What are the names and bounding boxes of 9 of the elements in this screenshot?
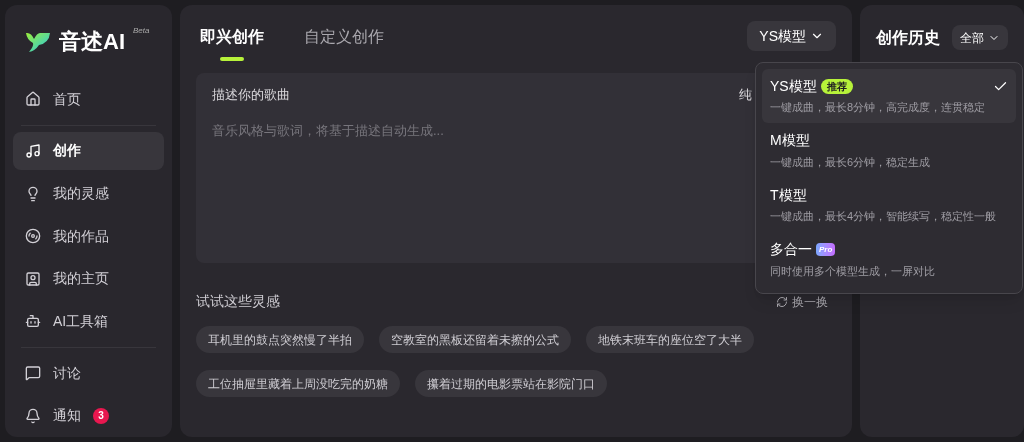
prompt-label: 描述你的歌曲: [212, 86, 290, 104]
pro-badge: Pro: [816, 243, 836, 256]
beta-label: Beta: [133, 25, 150, 37]
logo-text: 音述AI: [59, 28, 125, 56]
history-title: 创作历史: [876, 27, 940, 48]
section-title: 试试这些灵感: [196, 292, 280, 311]
recommended-badge: 推荐: [820, 78, 853, 94]
toggle-label: 纯: [739, 86, 752, 104]
notification-badge: 3: [93, 407, 109, 424]
